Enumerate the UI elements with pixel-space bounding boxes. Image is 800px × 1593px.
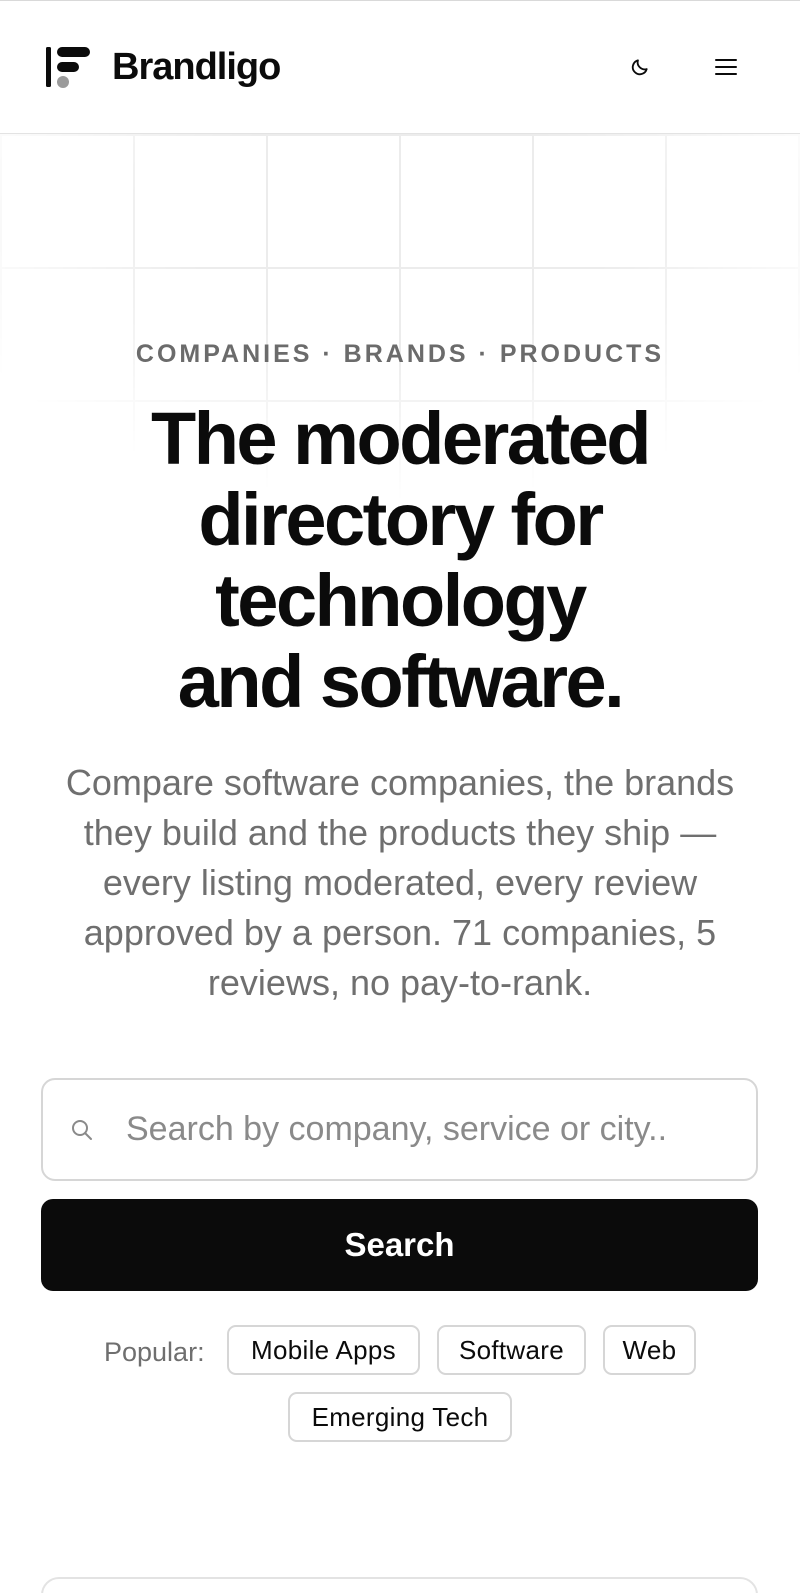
headline-line: technology: [215, 559, 587, 642]
menu-button[interactable]: [706, 47, 746, 87]
brand-name: Brandligo: [112, 45, 281, 88]
hero-subtext: Compare software companies, the brands t…: [65, 762, 735, 1003]
search-icon: [72, 1119, 92, 1140]
brand-logo-icon: [46, 47, 90, 88]
headline-line: and software.: [177, 640, 625, 723]
search-button[interactable]: Search: [41, 1199, 758, 1291]
theme-toggle-button[interactable]: [620, 47, 660, 87]
hamburger-menu-icon: [715, 59, 737, 75]
next-section-card: [41, 1577, 758, 1593]
category-chip-mobile-apps[interactable]: Mobile Apps: [227, 1325, 420, 1375]
category-chip-web[interactable]: Web: [603, 1325, 696, 1375]
popular-label: Popular:: [104, 1337, 205, 1367]
brand-logo[interactable]: Brandligo: [46, 45, 281, 89]
category-chip-software[interactable]: Software: [437, 1325, 586, 1375]
hero-headline: The moderated directory for technology a…: [60, 398, 740, 722]
site-header: Brandligo: [0, 0, 800, 134]
moon-icon: [631, 59, 648, 76]
hero-eyebrow: COMPANIES · BRANDS · PRODUCTS: [135, 340, 665, 368]
headline-line: The moderated: [151, 397, 651, 480]
category-chip-emerging-tech[interactable]: Emerging Tech: [288, 1392, 512, 1442]
search-field[interactable]: [41, 1078, 758, 1181]
headline-line: directory for: [198, 478, 604, 561]
search-input[interactable]: [126, 1110, 726, 1149]
